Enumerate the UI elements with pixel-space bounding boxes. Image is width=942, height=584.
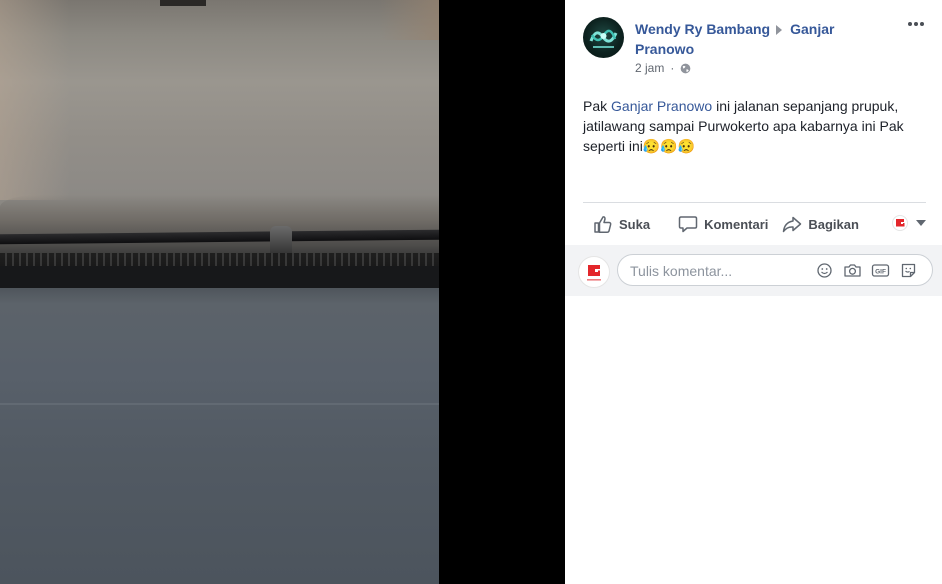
author-name-link[interactable]: Wendy Ry Bambang: [635, 21, 770, 37]
comment-input[interactable]: Tulis komentar... GIF: [617, 254, 933, 286]
post-header: Wendy Ry Bambang Ganjar Pranowo: [635, 19, 875, 59]
action-bar: Suka Komentari Bagikan: [583, 206, 926, 242]
comment-tools: GIF: [815, 263, 918, 278]
post-text-start: Pak: [583, 98, 612, 114]
sticker-icon[interactable]: [899, 263, 918, 278]
photo-windshield-frame: [0, 266, 439, 288]
svg-text:GIF: GIF: [875, 268, 886, 275]
emoji-icon[interactable]: [815, 263, 834, 278]
avatar-graphic: [589, 29, 618, 48]
post-meta: 2 jam ·: [635, 61, 691, 75]
comment-button[interactable]: Komentari: [678, 215, 768, 233]
speech-bubble-icon: [678, 216, 698, 233]
globe-icon[interactable]: [680, 63, 691, 74]
commenter-avatar[interactable]: [578, 256, 610, 288]
post-as-selector[interactable]: [892, 215, 926, 231]
photo-car-hood: [0, 195, 439, 255]
photo-road-shoulder: [0, 0, 70, 200]
thumbs-up-icon: [594, 215, 612, 233]
camera-icon[interactable]: [843, 263, 862, 278]
actions-divider: [583, 202, 926, 203]
post-photo[interactable]: [0, 0, 439, 584]
photo-distant-vehicle: [160, 0, 206, 6]
post-panel: Wendy Ry Bambang Ganjar Pranowo 2 jam · P…: [565, 0, 942, 584]
share-label: Bagikan: [808, 216, 859, 232]
page-logo-icon: [587, 265, 601, 281]
photo-dashboard-seam: [0, 403, 439, 405]
like-button[interactable]: Suka: [593, 215, 650, 234]
photo-road-right: [379, 0, 439, 40]
post-body: Pak Ganjar Pranowo ini jalanan sepanjang…: [583, 96, 928, 156]
shared-to-arrow-icon: [776, 24, 783, 35]
crying-emoji: 😥😥😥: [642, 138, 696, 154]
mention-link[interactable]: Ganjar Pranowo: [611, 98, 712, 114]
post-timestamp[interactable]: 2 jam: [635, 61, 664, 75]
comment-label: Komentari: [704, 216, 769, 232]
share-button[interactable]: Bagikan: [782, 215, 859, 233]
like-label: Suka: [619, 216, 651, 232]
chevron-down-icon: [916, 220, 926, 226]
author-avatar[interactable]: [583, 17, 624, 58]
share-arrow-icon: [783, 216, 802, 233]
photo-defrost-vent: [0, 253, 439, 267]
page-logo-icon: [892, 215, 908, 231]
comment-placeholder: Tulis komentar...: [630, 263, 733, 279]
gif-icon[interactable]: GIF: [871, 263, 890, 278]
more-options-icon[interactable]: [908, 22, 924, 26]
comment-composer: Tulis komentar... GIF: [565, 245, 942, 296]
